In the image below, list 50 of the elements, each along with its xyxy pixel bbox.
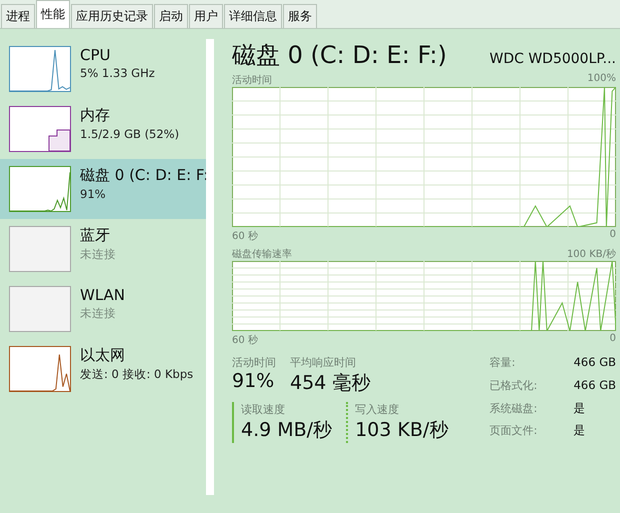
- property-value: 466 GB: [574, 355, 616, 371]
- disk-title: 磁盘 0 (C: D: E: F:): [232, 40, 447, 71]
- tab[interactable]: 用户: [189, 4, 223, 28]
- stat-label: 活动时间: [232, 355, 276, 370]
- time-end-label: 0: [610, 333, 616, 346]
- item-detail: 未连接: [80, 306, 117, 321]
- item-detail: 5% 1.33 GHz: [80, 66, 155, 80]
- time-span-label: 60 秒: [232, 334, 258, 347]
- property-value: 是: [574, 423, 587, 440]
- chart-label: 磁盘传输速率: [232, 248, 292, 261]
- stat-label: 读取速度: [241, 402, 286, 417]
- item-detail: 发送: 0 接收: 0 Kbps: [80, 367, 194, 382]
- item-name: 内存: [80, 106, 111, 125]
- tab[interactable]: 服务: [283, 4, 317, 28]
- item-name: 以太网: [80, 346, 126, 365]
- stat-value: 454 毫秒: [290, 371, 370, 396]
- sidebar-item[interactable]: WLAN 未连接: [0, 279, 206, 339]
- chart-label: 活动时间: [232, 74, 272, 87]
- property-label: 已格式化:: [490, 378, 538, 394]
- sidebar-item[interactable]: 内存 1.5/2.9 GB (52%): [0, 99, 206, 159]
- disk-model: WDC WD5000LP...: [489, 51, 616, 67]
- stat-value: 103 KB/秒: [355, 418, 448, 443]
- time-span-label: 60 秒: [232, 230, 258, 243]
- property-value: 466 GB: [574, 378, 616, 394]
- chart-max: 100 KB/秒: [566, 248, 616, 261]
- tab[interactable]: 性能: [36, 0, 70, 28]
- stat-value: 4.9 MB/秒: [241, 418, 332, 443]
- stat-label: 平均响应时间: [290, 355, 357, 370]
- property-value: 是: [574, 400, 587, 416]
- sidebar-item[interactable]: CPU 5% 1.33 GHz: [0, 39, 206, 99]
- property-label: 系统磁盘:: [490, 400, 538, 416]
- item-detail: 91%: [80, 187, 107, 201]
- tab[interactable]: 启动: [154, 4, 188, 28]
- sidebar-item[interactable]: 蓝牙 未连接: [0, 219, 206, 279]
- chart-max: 100%: [587, 73, 616, 86]
- item-name: WLAN: [80, 286, 126, 304]
- stat-value: 91%: [232, 370, 276, 392]
- scrollbar[interactable]: [206, 39, 214, 495]
- tab[interactable]: 应用历史记录: [71, 4, 153, 28]
- item-name: CPU: [80, 46, 112, 64]
- item-detail: 未连接: [80, 247, 116, 262]
- item-name: 蓝牙: [80, 226, 111, 245]
- tab[interactable]: 进程: [1, 4, 35, 28]
- time-end-label: 0: [610, 229, 616, 242]
- stat-label: 写入速度: [355, 402, 400, 417]
- tab[interactable]: 详细信息: [224, 4, 282, 28]
- property-label: 页面文件:: [490, 423, 538, 440]
- sidebar-item[interactable]: 以太网 发送: 0 接收: 0 Kbps: [0, 339, 206, 399]
- property-label: 容量:: [490, 355, 516, 371]
- item-detail: 1.5/2.9 GB (52%): [80, 127, 180, 141]
